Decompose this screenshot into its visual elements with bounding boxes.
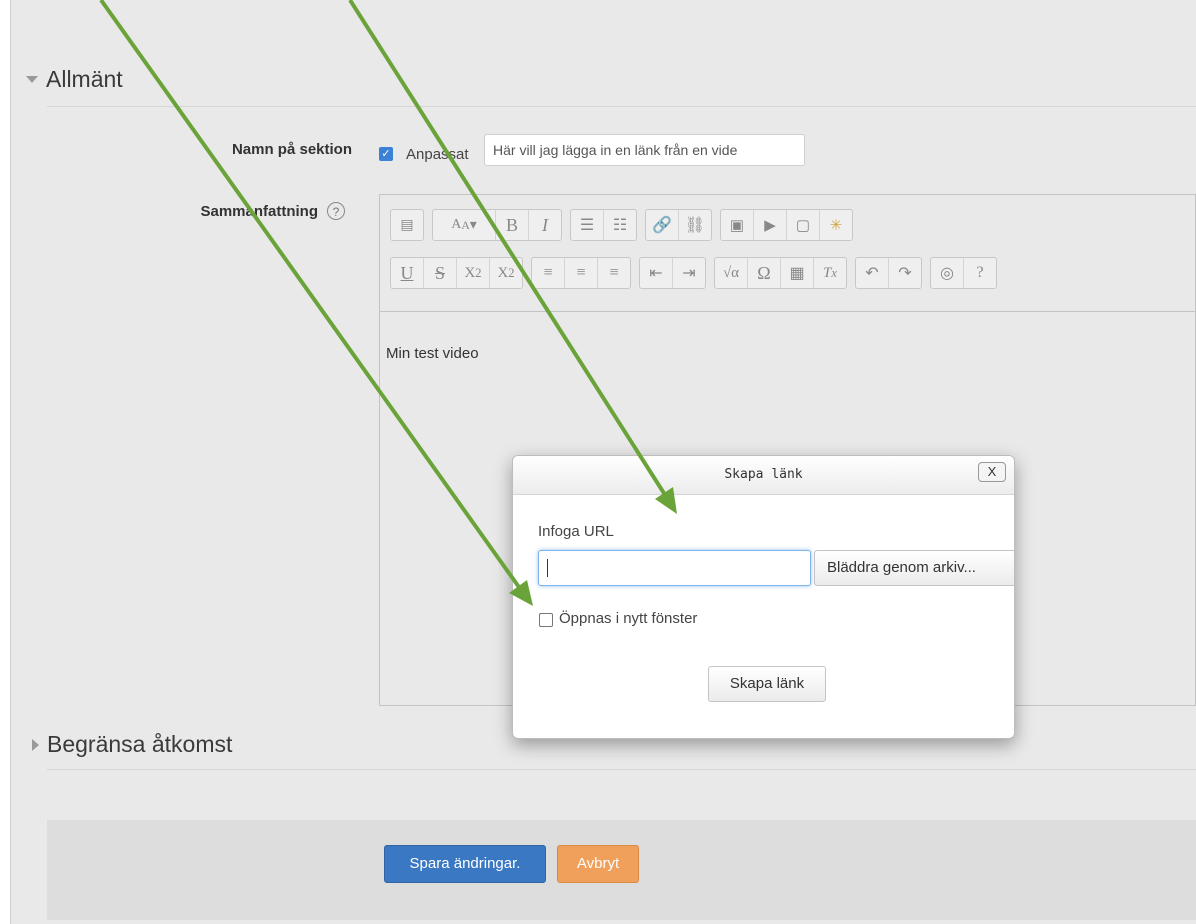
editor-toolbar-row-1: ▤ A A ▾ B I ☰ ☷ 🔗 ⛓ ▣ ▶ ▢ ✳ [390, 209, 853, 241]
emoticon-icon[interactable]: ✳ [820, 210, 852, 240]
toolbar-group: ≡ ≡ ≡ [531, 257, 631, 289]
outdent-icon[interactable]: ⇤ [640, 258, 673, 288]
divider [47, 769, 1196, 770]
link-icon[interactable]: 🔗 [646, 210, 679, 240]
image-icon[interactable]: ▣ [721, 210, 754, 240]
dialog-title: Skapa länk [724, 467, 803, 482]
toolbar-group: ▤ [390, 209, 424, 241]
save-changes-button[interactable]: Spara ändringar. [384, 845, 546, 883]
toolbar-group: ↶ ↷ [855, 257, 922, 289]
create-link-dialog: Skapa länk X Infoga URL Bläddra genom ar… [512, 455, 1015, 739]
underline-icon[interactable]: U [391, 258, 424, 288]
collapse-caret-icon [26, 76, 38, 83]
divider [47, 106, 1196, 107]
file-manager-icon[interactable]: ▢ [787, 210, 820, 240]
section-restrict-title: Begränsa åtkomst [47, 731, 233, 757]
section-restrict-header[interactable]: Begränsa åtkomst [32, 731, 232, 758]
font-style-icon[interactable]: A A ▾ [433, 210, 496, 240]
align-center-icon[interactable]: ≡ [565, 258, 598, 288]
toolbar-divider [380, 311, 1195, 312]
italic-icon[interactable]: I [529, 210, 561, 240]
numbered-list-icon[interactable]: ☷ [604, 210, 636, 240]
equation-icon[interactable]: √α [715, 258, 748, 288]
toolbar-group: ☰ ☷ [570, 209, 637, 241]
section-name-label: Namn på sektion [231, 141, 352, 158]
toolbar-group: √α Ω ▦ Tx [714, 257, 847, 289]
section-general-title: Allmänt [46, 66, 123, 92]
custom-name-label: Anpassat [406, 146, 469, 163]
redo-icon[interactable]: ↷ [889, 258, 921, 288]
indent-icon[interactable]: ⇥ [673, 258, 705, 288]
editor-text: Min test video [386, 345, 479, 362]
bullet-list-icon[interactable]: ☰ [571, 210, 604, 240]
align-right-icon[interactable]: ≡ [598, 258, 630, 288]
browse-repositories-button[interactable]: Bläddra genom arkiv... [814, 550, 1014, 586]
cancel-button[interactable]: Avbryt [557, 845, 639, 883]
dialog-header: Skapa länk X [513, 456, 1014, 495]
toolbar-group: A A ▾ B I [432, 209, 562, 241]
table-icon[interactable]: ▦ [781, 258, 814, 288]
align-left-icon[interactable]: ≡ [532, 258, 565, 288]
url-input[interactable] [538, 550, 811, 586]
screen-reader-icon[interactable]: ? [964, 258, 996, 288]
close-icon[interactable]: X [978, 462, 1006, 482]
section-general-header[interactable]: Allmänt [26, 66, 123, 93]
toolbar-group: ◎ ? [930, 257, 997, 289]
bold-icon[interactable]: B [496, 210, 529, 240]
new-window-checkbox[interactable] [539, 613, 553, 627]
toolbar-group: U S X2 X2 [390, 257, 523, 289]
collapse-toolbar-icon[interactable]: ▤ [391, 210, 423, 240]
text-cursor [547, 559, 548, 577]
toolbar-group: ⇤ ⇥ [639, 257, 706, 289]
create-link-button[interactable]: Skapa länk [708, 666, 826, 702]
media-icon[interactable]: ▶ [754, 210, 787, 240]
summary-label: Sammanfattning [200, 203, 318, 220]
expand-caret-icon [32, 738, 39, 751]
strikethrough-icon[interactable]: S [424, 258, 457, 288]
unlink-icon[interactable]: ⛓ [679, 210, 711, 240]
accessibility-checker-icon[interactable]: ◎ [931, 258, 964, 288]
subscript-icon[interactable]: X2 [457, 258, 490, 288]
editor-toolbar-row-2: U S X2 X2 ≡ ≡ ≡ ⇤ ⇥ √α Ω ▦ Tx ↶ ↷ ◎ ? [390, 257, 997, 289]
toolbar-group: ▣ ▶ ▢ ✳ [720, 209, 853, 241]
new-window-label: Öppnas i nytt fönster [559, 610, 698, 627]
superscript-icon[interactable]: X2 [490, 258, 522, 288]
section-name-input[interactable]: Här vill jag lägga in en länk från en vi… [484, 134, 805, 166]
url-label: Infoga URL [538, 523, 614, 540]
clear-format-icon[interactable]: Tx [814, 258, 846, 288]
toolbar-group: 🔗 ⛓ [645, 209, 712, 241]
custom-name-checkbox[interactable]: ✓ [379, 147, 393, 161]
undo-icon[interactable]: ↶ [856, 258, 889, 288]
special-char-icon[interactable]: Ω [748, 258, 781, 288]
question-circle-icon[interactable]: ? [327, 202, 345, 220]
